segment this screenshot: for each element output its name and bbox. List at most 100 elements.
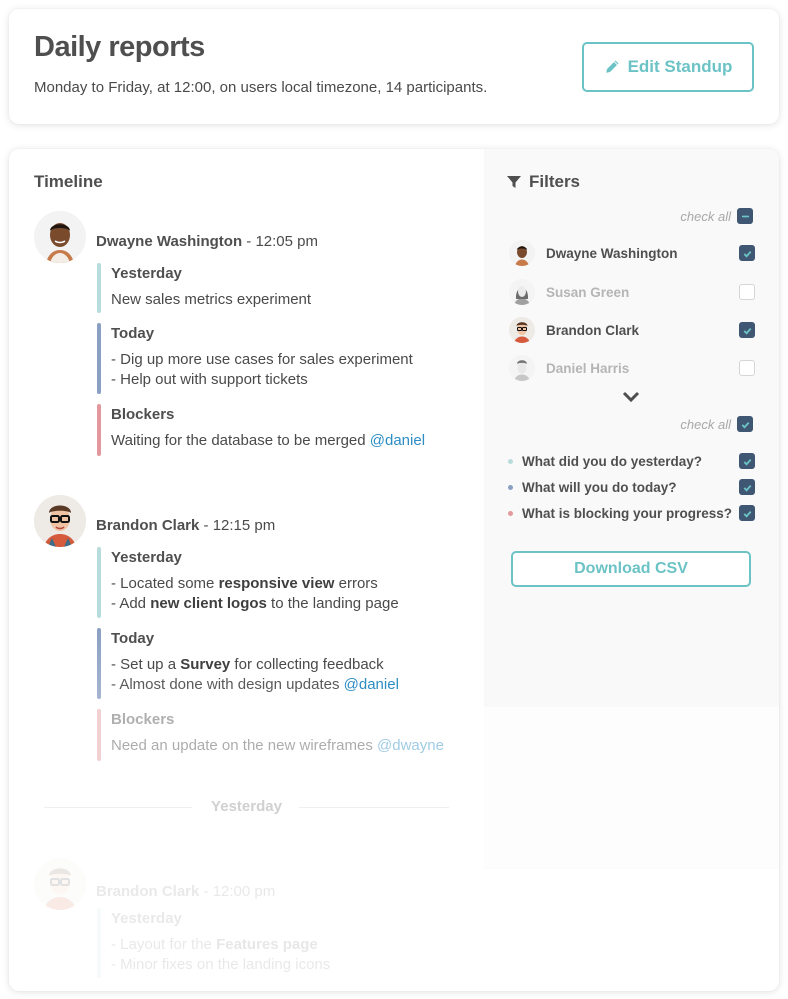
question-filter-row[interactable]: What did you do yesterday? <box>508 451 755 471</box>
section-text: New sales metrics experiment <box>111 291 312 308</box>
blockers-bar <box>97 404 101 456</box>
timeline-entry: Dwayne Washington - 12:05 pm Yesterday N… <box>34 211 464 461</box>
questions-check-all-checkbox[interactable] <box>737 416 753 432</box>
section-label: Yesterday <box>111 549 182 566</box>
filter-icon <box>507 176 521 188</box>
avatar-brandon-clark <box>509 317 535 343</box>
entry-time: - 12:05 pm <box>242 233 318 250</box>
avatar-brandon-clark <box>34 495 86 547</box>
person-checkbox[interactable] <box>739 360 755 376</box>
person-filter-row[interactable]: Brandon Clark <box>509 315 755 345</box>
text-part: for collecting feedback <box>230 656 384 673</box>
section-text: - Dig up more use cases for sales experi… <box>111 350 467 390</box>
bold-text: responsive view <box>218 575 335 592</box>
person-filter-row[interactable]: Susan Green <box>509 277 755 307</box>
entry-author: Brandon Clark <box>96 883 200 900</box>
section-yesterday: Yesterday New sales metrics experiment <box>97 263 467 313</box>
section-text: - Set up a Survey for collecting feedbac… <box>111 655 467 695</box>
person-checkbox[interactable] <box>739 322 755 338</box>
check-icon <box>743 250 751 258</box>
yesterday-bar <box>97 547 101 618</box>
edit-standup-button[interactable]: Edit Standup <box>582 42 754 92</box>
people-check-all-checkbox[interactable] <box>737 208 753 224</box>
person-filter-row[interactable]: Dwayne Washington <box>509 238 755 268</box>
today-dot <box>508 484 513 490</box>
entry-header: Brandon Clark - 12:15 pm <box>96 517 275 534</box>
edit-standup-label: Edit Standup <box>627 57 733 76</box>
yesterday-bar <box>97 263 101 313</box>
section-line: - Minor fixes on the landing icons <box>111 956 331 973</box>
text-part: - Add <box>111 595 151 612</box>
today-bar <box>97 323 101 394</box>
section-yesterday: Yesterday - Layout for the Features page… <box>97 908 467 978</box>
section-line: - Layout for the Features page <box>111 935 467 955</box>
entry-time: - 12:00 pm <box>199 883 276 900</box>
section-today: Today - Set up a Survey for collecting f… <box>97 628 467 699</box>
yesterday-bar <box>97 908 101 978</box>
section-today: Today - Dig up more use cases for sales … <box>97 323 467 394</box>
section-label: Yesterday <box>111 910 182 927</box>
download-csv-button[interactable]: Download CSV <box>511 551 751 587</box>
text-part: - Almost done with design updates <box>111 676 344 693</box>
check-all-label: check all <box>680 208 731 224</box>
divider-line <box>299 807 449 808</box>
standup-schedule: Monday to Friday, at 12:00, on users loc… <box>34 79 488 96</box>
entry-author: Dwayne Washington <box>96 233 243 250</box>
person-checkbox[interactable] <box>739 245 755 261</box>
check-icon <box>743 327 751 335</box>
blockers-dot <box>508 510 513 516</box>
pencil-icon <box>605 60 619 73</box>
person-filter-row[interactable]: Daniel Harris <box>509 353 755 383</box>
avatar-brandon-clark <box>34 858 86 910</box>
page-title: Daily reports <box>34 31 205 63</box>
section-label: Yesterday <box>111 265 182 282</box>
bold-text: new client logos <box>150 595 267 612</box>
section-label: Blockers <box>111 711 175 728</box>
question-checkbox[interactable] <box>739 505 755 521</box>
avatar-dwayne-washington <box>509 240 535 266</box>
timeline-entry: Brandon Clark - 12:00 pm Yesterday - Lay… <box>34 858 464 988</box>
bold-text: Features page <box>216 936 318 953</box>
question-text: What did you do yesterday? <box>522 453 703 469</box>
filters-title: Filters <box>507 172 580 192</box>
minus-icon <box>741 215 749 217</box>
section-line: - Set up a Survey for collecting feedbac… <box>111 655 467 675</box>
check-icon <box>741 421 749 429</box>
day-divider: Yesterday <box>44 797 449 817</box>
person-checkbox[interactable] <box>739 284 755 300</box>
today-bar <box>97 628 101 699</box>
filters-title-text: Filters <box>529 172 581 191</box>
person-name: Brandon Clark <box>546 322 640 338</box>
timeline-title: Timeline <box>34 172 103 191</box>
section-yesterday: Yesterday - Located some responsive view… <box>97 547 467 618</box>
check-icon <box>743 484 751 492</box>
person-name: Daniel Harris <box>546 360 630 376</box>
question-checkbox[interactable] <box>739 479 755 495</box>
entry-header: Dwayne Washington - 12:05 pm <box>96 233 318 250</box>
avatar-susan-green <box>509 279 535 305</box>
text-part: - Located some <box>111 575 219 592</box>
question-filter-row[interactable]: What will you do today? <box>508 477 755 497</box>
text-part: errors <box>334 575 378 592</box>
person-name: Susan Green <box>546 284 630 300</box>
section-text: Waiting for the database to be merged @d… <box>111 431 467 451</box>
section-text: - Layout for the Features page - Minor f… <box>111 935 467 975</box>
question-filter-row[interactable]: What is blocking your progress? <box>508 503 755 523</box>
question-checkbox[interactable] <box>739 453 755 469</box>
section-text: - Located some responsive view errors - … <box>111 574 467 614</box>
text-part: - Layout for the <box>111 936 217 953</box>
mention-link[interactable]: @daniel <box>344 676 399 693</box>
blocker-text: Waiting for the database to be merged <box>111 432 370 449</box>
person-name: Dwayne Washington <box>546 245 678 261</box>
bold-text: Survey <box>180 656 231 673</box>
people-check-all[interactable]: check all <box>680 208 753 224</box>
chevron-down-icon[interactable] <box>622 390 640 404</box>
mention-link[interactable]: @daniel <box>370 432 425 449</box>
timeline-entry: Brandon Clark - 12:15 pm Yesterday - Loc… <box>34 495 464 765</box>
questions-check-all[interactable]: check all <box>680 416 753 432</box>
section-label: Blockers <box>111 406 175 423</box>
mention-link[interactable]: @dwayne <box>377 737 444 754</box>
section-line: - Almost done with design updates @danie… <box>111 675 467 695</box>
question-text: What is blocking your progress? <box>522 505 733 521</box>
blocker-text: Need an update on the new wireframes <box>111 737 377 754</box>
